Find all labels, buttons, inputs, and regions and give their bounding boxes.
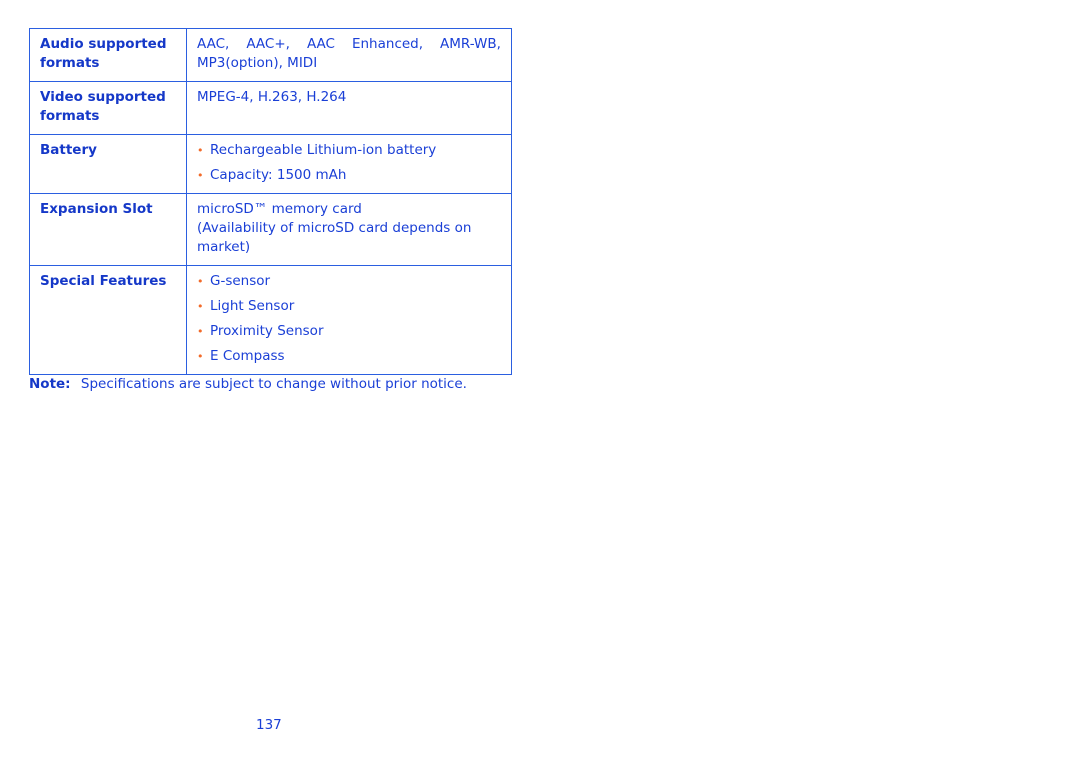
table-row-battery: Battery • Rechargeable Lithium-ion batter… <box>29 134 512 194</box>
list-item-text: Rechargeable Lithium-ion battery <box>210 142 437 158</box>
row-label: Video supported formats <box>29 81 187 135</box>
row-value: AAC, AAC+, AAC Enhanced, AMR-WB, MP3(opt… <box>186 28 512 82</box>
battery-list: • Rechargeable Lithium-ion battery • Capac… <box>197 141 501 185</box>
table-row-video: Video supported formats MPEG-4, H.263, H… <box>29 81 512 135</box>
bullet-icon: • <box>197 144 204 157</box>
expansion-slot-line: (Availability of microSD card depends on <box>197 220 472 236</box>
row-value: microSD™ memory card (Availability of mi… <box>186 193 512 266</box>
row-label: Audio supported formats <box>29 28 187 82</box>
page-number: 137 <box>256 717 282 733</box>
list-item-text: E Compass <box>210 348 285 364</box>
expansion-slot-line: market) <box>197 239 251 255</box>
row-label: Expansion Slot <box>29 193 187 266</box>
audio-format-item: AAC <box>306 36 335 52</box>
note-text: Specifications are subject to change wit… <box>80 376 467 392</box>
bullet-icon: • <box>197 300 204 313</box>
row-label: Special Features <box>29 265 187 375</box>
list-item: • Rechargeable Lithium-ion battery <box>197 141 501 160</box>
expansion-slot-line: microSD™ memory card <box>197 201 362 217</box>
list-item-text: Proximity Sensor <box>210 323 324 339</box>
list-item: • Proximity Sensor <box>197 322 501 341</box>
row-value: • Rechargeable Lithium-ion battery • Capac… <box>186 134 512 194</box>
list-item-text: G-sensor <box>210 273 271 289</box>
video-formats-value: MPEG-4, H.263, H.264 <box>197 89 347 105</box>
table-row-audio: Audio supported formats AAC, AAC+, AAC E… <box>29 28 512 82</box>
list-item: • G-sensor <box>197 272 501 291</box>
audio-formats-line-1: AAC, AAC+, AAC Enhanced, AMR-WB, <box>197 35 501 54</box>
audio-format-item: AMR-WB, <box>440 36 501 52</box>
expansion-slot-label: Expansion Slot <box>40 201 153 217</box>
special-features-label: Special Features <box>40 273 167 289</box>
audio-format-item: Enhanced, <box>351 36 424 52</box>
table-row-expansion-slot: Expansion Slot microSD™ memory card (Ava… <box>29 193 512 266</box>
audio-format-item: AAC+, <box>246 36 290 52</box>
list-item-text: Capacity: 1500 mAh <box>210 167 347 183</box>
list-item: • Capacity: 1500 mAh <box>197 166 501 185</box>
video-formats-label: Video supported formats <box>40 89 166 124</box>
list-item: • Light Sensor <box>197 297 501 316</box>
table-row-special-features: Special Features • G-sensor • Light Sensor… <box>29 265 512 375</box>
row-value: • G-sensor • Light Sensor • Proximity Senso… <box>186 265 512 375</box>
battery-label: Battery <box>40 142 97 158</box>
specifications-table: Audio supported formats AAC, AAC+, AAC E… <box>29 28 512 375</box>
audio-formats-line-2: MP3(option), MIDI <box>197 55 318 71</box>
audio-formats-label: Audio supported formats <box>40 36 167 71</box>
row-value: MPEG-4, H.263, H.264 <box>186 81 512 135</box>
audio-format-item: AAC, <box>197 36 230 52</box>
list-item-text: Light Sensor <box>210 298 295 314</box>
special-features-list: • G-sensor • Light Sensor • Proximity Senso… <box>197 272 501 366</box>
note: Note: Specifications are subject to chan… <box>29 376 467 392</box>
note-label: Note: <box>29 376 71 392</box>
bullet-icon: • <box>197 169 204 182</box>
bullet-icon: • <box>197 350 204 363</box>
bullet-icon: • <box>197 325 204 338</box>
list-item: • E Compass <box>197 347 501 366</box>
bullet-icon: • <box>197 275 204 288</box>
row-label: Battery <box>29 134 187 194</box>
